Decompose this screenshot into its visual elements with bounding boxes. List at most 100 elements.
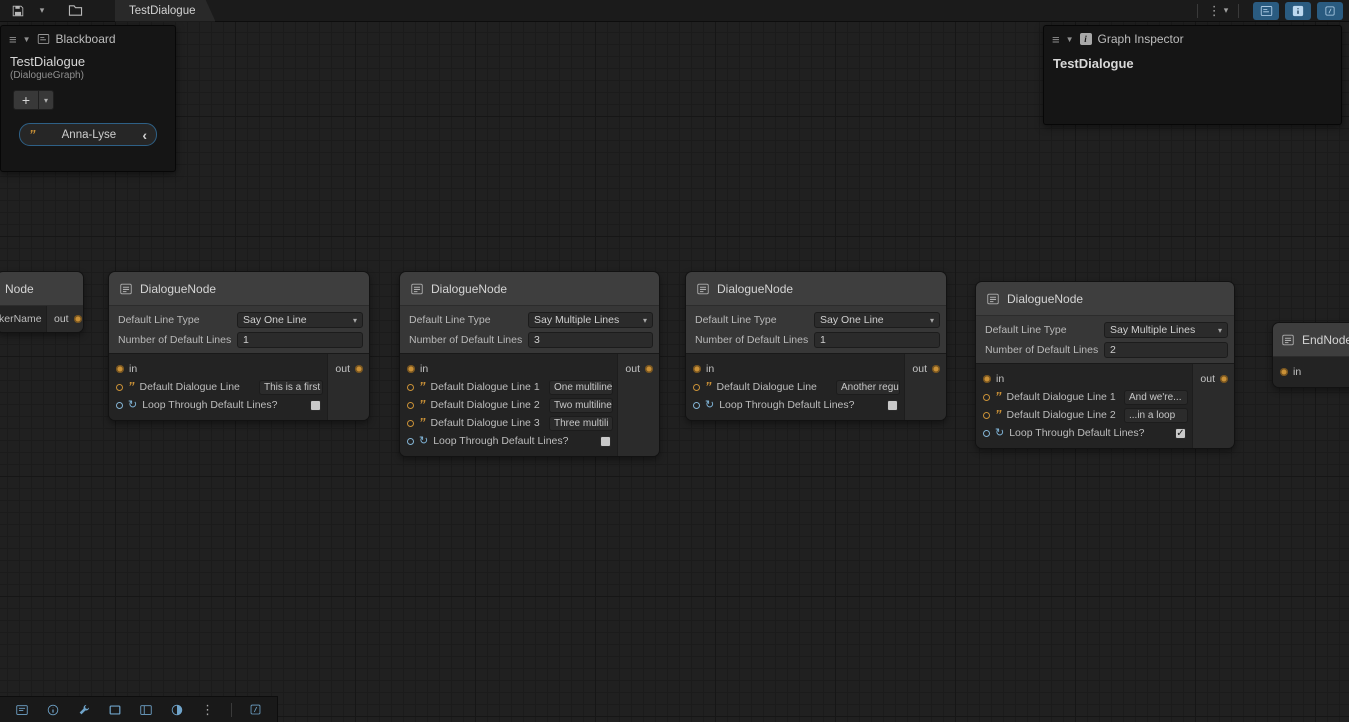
options-menu-button[interactable]: ⋮ ▾ xyxy=(1207,2,1229,20)
info-panel-button[interactable] xyxy=(40,700,65,720)
save-dropdown-button[interactable]: ▾ xyxy=(31,2,53,20)
line-label: Default Dialogue Line xyxy=(140,381,255,393)
tools-button[interactable] xyxy=(71,700,96,720)
console-panel-button[interactable] xyxy=(9,700,34,720)
prop-label: Default Line Type xyxy=(692,314,814,326)
end-node[interactable]: EndNode in xyxy=(1272,322,1349,388)
out-port[interactable] xyxy=(74,315,82,323)
line-text-field[interactable]: Another regu xyxy=(836,380,900,395)
loop-icon: ↻ xyxy=(128,400,137,411)
in-port[interactable] xyxy=(983,375,991,383)
menu-icon[interactable]: ≡ xyxy=(9,33,17,46)
loop-checkbox[interactable] xyxy=(310,400,321,411)
line-type-dropdown[interactable]: Say One Line ▾ xyxy=(237,312,363,328)
in-port[interactable] xyxy=(407,365,415,373)
tab-testdialogue[interactable]: TestDialogue xyxy=(115,0,215,22)
speaker-node-partial[interactable]: Node kerName out xyxy=(0,271,84,333)
line-port[interactable] xyxy=(407,420,414,427)
loop-checkbox[interactable] xyxy=(887,400,898,411)
line-text-field[interactable]: This is a first xyxy=(259,380,323,395)
wrench-icon xyxy=(77,703,91,717)
in-port[interactable] xyxy=(1280,368,1288,376)
line-port[interactable] xyxy=(407,384,414,391)
num-lines-field[interactable]: 1 xyxy=(814,332,940,348)
line-text-field[interactable]: Three multili xyxy=(549,416,613,431)
more-options-button[interactable]: ⋮ xyxy=(195,700,220,720)
loop-port[interactable] xyxy=(116,402,123,409)
blackboard-icon xyxy=(1260,5,1273,17)
prop-row: Number of Default Lines 1 xyxy=(115,332,363,348)
line-text-field[interactable]: One multiline xyxy=(549,380,613,395)
add-property-dropdown[interactable]: ▾ xyxy=(39,90,54,110)
collapse-icon[interactable]: ▼ xyxy=(23,35,31,44)
node-header[interactable]: Node xyxy=(0,272,83,306)
graph-inspector-panel[interactable]: ≡ ▼ i Graph Inspector TestDialogue xyxy=(1043,25,1342,125)
line-label: Default Dialogue Line 1 xyxy=(1007,391,1120,403)
line-text-field[interactable]: And we're... xyxy=(1124,390,1188,405)
loop-label: Loop Through Default Lines? xyxy=(1009,427,1170,439)
line-type-dropdown[interactable]: Say Multiple Lines ▾ xyxy=(528,312,653,328)
loop-port[interactable] xyxy=(407,438,414,445)
dialogue-node-2[interactable]: DialogueNode Default Line Type Say Multi… xyxy=(399,271,660,457)
panels-button[interactable] xyxy=(133,700,158,720)
num-lines-field[interactable]: 3 xyxy=(528,332,653,348)
inspector-toggle-button[interactable] xyxy=(1285,2,1311,20)
out-port[interactable] xyxy=(1220,375,1228,383)
num-lines-field[interactable]: 2 xyxy=(1104,342,1228,358)
node-header[interactable]: DialogueNode xyxy=(976,282,1234,316)
chevron-left-icon[interactable]: ‹ xyxy=(142,128,147,142)
line-type-dropdown[interactable]: Say One Line ▾ xyxy=(814,312,940,328)
line-port[interactable] xyxy=(407,402,414,409)
chevron-down-icon: ▾ xyxy=(353,316,357,325)
dialogue-node-1[interactable]: DialogueNode Default Line Type Say One L… xyxy=(108,271,370,421)
out-port-label: out xyxy=(625,363,640,375)
blackboard-field-anna-lyse[interactable]: ” Anna-Lyse ‹ xyxy=(19,123,157,146)
frame-button[interactable] xyxy=(102,700,127,720)
line-type-dropdown[interactable]: Say Multiple Lines ▾ xyxy=(1104,322,1228,338)
dialogue-node-3[interactable]: DialogueNode Default Line Type Say One L… xyxy=(685,271,947,421)
in-port[interactable] xyxy=(693,365,701,373)
node-header[interactable]: DialogueNode xyxy=(109,272,369,306)
line-port[interactable] xyxy=(116,384,123,391)
dialogue-line-row: ” Default Dialogue Line 2 ...in a loop xyxy=(976,406,1192,424)
in-port-label: in xyxy=(706,363,714,375)
out-port[interactable] xyxy=(355,365,363,373)
node-header[interactable]: DialogueNode xyxy=(400,272,659,306)
folder-icon xyxy=(68,4,83,17)
collapse-icon[interactable]: ▼ xyxy=(1066,35,1074,44)
line-port[interactable] xyxy=(983,412,990,419)
minimap-toggle-button[interactable] xyxy=(1317,2,1343,20)
line-port[interactable] xyxy=(983,394,990,401)
loop-port[interactable] xyxy=(983,430,990,437)
out-port[interactable] xyxy=(932,365,940,373)
line-port[interactable] xyxy=(693,384,700,391)
dropdown-value: Say One Line xyxy=(820,314,930,326)
prop-row: Default Line Type Say Multiple Lines ▾ xyxy=(982,322,1228,338)
loop-checkbox[interactable] xyxy=(600,436,611,447)
blackboard-toggle-button[interactable] xyxy=(1253,2,1279,20)
theme-button[interactable] xyxy=(164,700,189,720)
in-port[interactable] xyxy=(116,365,124,373)
num-lines-field[interactable]: 1 xyxy=(237,332,363,348)
loop-port[interactable] xyxy=(693,402,700,409)
node-header[interactable]: DialogueNode xyxy=(686,272,946,306)
inspector-header[interactable]: ≡ ▼ i Graph Inspector xyxy=(1044,26,1341,50)
inputs: in ” Default Dialogue Line 1 One multili… xyxy=(400,354,617,456)
menu-icon[interactable]: ≡ xyxy=(1052,33,1060,46)
loop-checkbox[interactable]: ✓ xyxy=(1175,428,1186,439)
line-text-field[interactable]: ...in a loop xyxy=(1124,408,1188,423)
prop-label: Number of Default Lines xyxy=(982,344,1104,356)
blackboard-header[interactable]: ≡ ▼ Blackboard xyxy=(1,26,175,50)
out-port[interactable] xyxy=(645,365,653,373)
dialogue-node-4[interactable]: DialogueNode Default Line Type Say Multi… xyxy=(975,281,1235,449)
inspector-graph-name: TestDialogue xyxy=(1044,50,1341,71)
tab-label: TestDialogue xyxy=(129,5,195,17)
save-button[interactable] xyxy=(7,2,29,20)
line-text-field[interactable]: Two multiline xyxy=(549,398,613,413)
quote-icon: ” xyxy=(419,400,426,410)
node-header[interactable]: EndNode xyxy=(1273,323,1349,357)
blackboard-panel[interactable]: ≡ ▼ Blackboard TestDialogue (DialogueGra… xyxy=(0,25,176,172)
add-property-button[interactable]: + xyxy=(13,90,39,110)
minimap-button[interactable] xyxy=(243,700,268,720)
open-asset-button[interactable] xyxy=(64,2,86,20)
